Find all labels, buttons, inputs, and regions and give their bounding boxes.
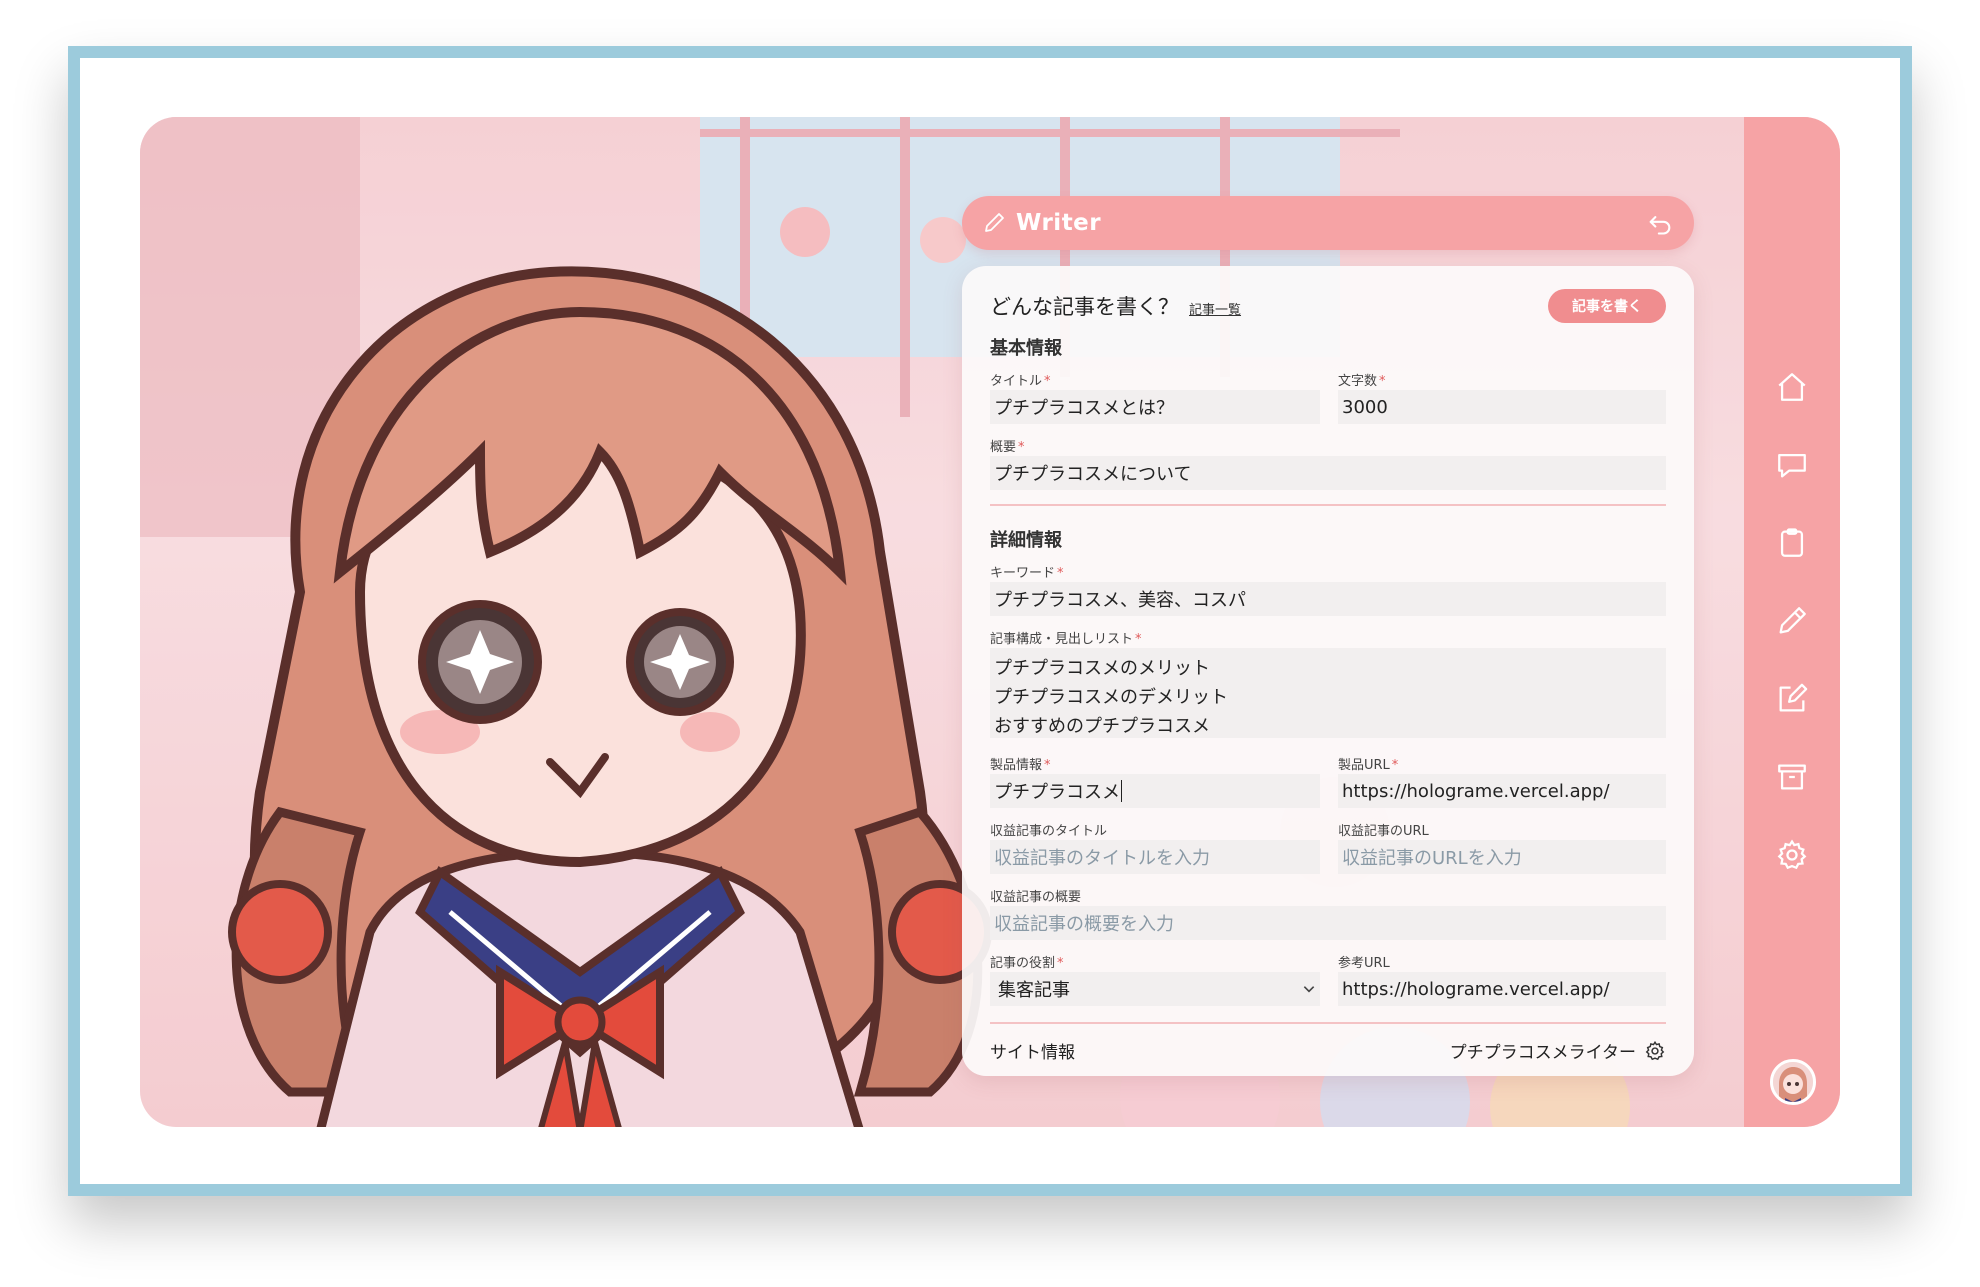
summary-label: 概要 bbox=[990, 440, 1017, 455]
revenue-url-label: 収益記事のURL bbox=[1338, 824, 1429, 839]
archive-icon[interactable] bbox=[1774, 759, 1810, 795]
site-info-label: サイト情報 bbox=[990, 1043, 1075, 1063]
product-url-input[interactable]: https://holograme.vercel.app/ bbox=[1338, 774, 1666, 808]
product-info-field: 製品情報 * プチプラコスメ bbox=[990, 754, 1320, 808]
product-info-input[interactable]: プチプラコスメ bbox=[990, 774, 1320, 808]
chevron-down-icon bbox=[1303, 986, 1315, 993]
summary-field: 概要 * プチプラコスメについて bbox=[990, 436, 1666, 490]
product-info-label: 製品情報 bbox=[990, 758, 1043, 773]
revenue-url-input[interactable]: 収益記事のURLを入力 bbox=[1338, 840, 1666, 874]
site-name: プチプラコスメライター bbox=[1449, 1043, 1636, 1063]
revenue-title-label: 収益記事のタイトル bbox=[990, 824, 1108, 839]
article-list-link[interactable]: 記事一覧 bbox=[1189, 299, 1241, 318]
reference-url-input[interactable]: https://holograme.vercel.app/ bbox=[1338, 972, 1666, 1006]
revenue-title-field: 収益記事のタイトル 収益記事のタイトルを入力 bbox=[990, 820, 1320, 874]
role-select[interactable]: 集客記事 bbox=[990, 972, 1320, 1006]
keywords-input[interactable]: プチプラコスメ、美容、コスパ bbox=[990, 582, 1666, 616]
right-sidebar bbox=[1744, 117, 1840, 1127]
revenue-title-input[interactable]: 収益記事のタイトルを入力 bbox=[990, 840, 1320, 874]
structure-textarea[interactable]: プチプラコスメのメリット プチプラコスメのデメリット おすすめのプチプラコスメ bbox=[990, 648, 1666, 738]
footer-divider bbox=[990, 1022, 1666, 1024]
reference-url-field: 参考URL https://holograme.vercel.app/ bbox=[1338, 952, 1666, 1006]
basic-info-heading: 基本情報 bbox=[990, 338, 1062, 359]
user-avatar[interactable] bbox=[1770, 1059, 1816, 1105]
gear-icon[interactable] bbox=[1644, 1040, 1666, 1062]
title-input[interactable]: プチプラコスメとは？ bbox=[990, 390, 1320, 424]
revenue-summary-label: 収益記事の概要 bbox=[990, 890, 1082, 905]
revenue-summary-input[interactable]: 収益記事の概要を入力 bbox=[990, 906, 1666, 940]
text-caret bbox=[1121, 780, 1122, 802]
write-article-button[interactable]: 記事を書く bbox=[1548, 289, 1666, 323]
revenue-summary-field: 収益記事の概要 収益記事の概要を入力 bbox=[990, 886, 1666, 940]
summary-input[interactable]: プチプラコスメについて bbox=[990, 456, 1666, 490]
keywords-field: キーワード * プチプラコスメ、美容、コスパ bbox=[990, 562, 1666, 616]
pencil-icon[interactable] bbox=[1774, 603, 1810, 639]
word-count-label: 文字数 bbox=[1338, 374, 1378, 389]
writer-header: Writer bbox=[962, 196, 1694, 250]
reference-url-label: 参考URL bbox=[1338, 956, 1390, 971]
clipboard-icon[interactable] bbox=[1774, 525, 1810, 561]
detail-info-heading: 詳細情報 bbox=[990, 530, 1062, 551]
structure-line: プチプラコスメのデメリット bbox=[994, 687, 1228, 708]
role-label: 記事の役割 bbox=[990, 956, 1056, 971]
structure-label: 記事構成・見出しリスト bbox=[990, 632, 1134, 647]
panel-footer: サイト情報 プチプラコスメライター bbox=[990, 1038, 1666, 1063]
product-url-label: 製品URL bbox=[1338, 758, 1390, 773]
revenue-url-field: 収益記事のURL 収益記事のURLを入力 bbox=[1338, 820, 1666, 874]
chat-icon[interactable] bbox=[1774, 447, 1810, 483]
title-field: タイトル * プチプラコスメとは？ bbox=[990, 370, 1320, 424]
home-icon[interactable] bbox=[1774, 369, 1810, 405]
writer-form-panel: どんな記事を書く？ 記事一覧 記事を書く 基本情報 タイトル * プチプラコスメと… bbox=[962, 266, 1694, 1076]
word-count-field: 文字数 * 3000 bbox=[1338, 370, 1666, 424]
writer-title: Writer bbox=[1016, 210, 1102, 236]
word-count-input[interactable]: 3000 bbox=[1338, 390, 1666, 424]
role-field: 記事の役割 * 集客記事 bbox=[990, 952, 1320, 1006]
product-url-field: 製品URL * https://holograme.vercel.app/ bbox=[1338, 754, 1666, 808]
structure-field: 記事構成・見出しリスト * プチプラコスメのメリット プチプラコスメのデメリット … bbox=[990, 628, 1666, 738]
section-divider bbox=[990, 504, 1666, 506]
structure-line: プチプラコスメのメリット bbox=[994, 658, 1210, 679]
keywords-label: キーワード bbox=[990, 566, 1056, 581]
settings-icon[interactable] bbox=[1774, 837, 1810, 873]
pencil-icon bbox=[985, 213, 1004, 232]
panel-heading: どんな記事を書く？ bbox=[990, 295, 1179, 319]
undo-icon[interactable] bbox=[1646, 209, 1674, 237]
edit-icon[interactable] bbox=[1774, 681, 1810, 717]
title-label: タイトル bbox=[990, 374, 1043, 389]
structure-line: おすすめのプチプラコスメ bbox=[994, 716, 1210, 737]
